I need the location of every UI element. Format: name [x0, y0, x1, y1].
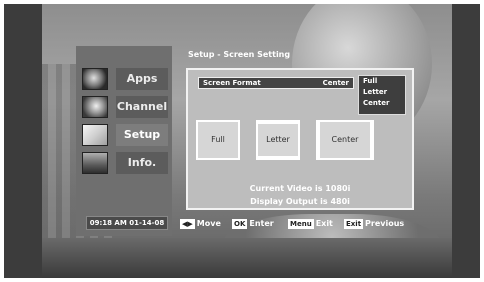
sidebar: Apps Channel Setup Info. 09:18 AM 01-14-… — [76, 46, 172, 236]
footer-exit: Menu Exit — [288, 218, 333, 230]
current-video-text: Current Video is 1080i — [249, 184, 351, 193]
nav-item-channel[interactable]: Channel — [82, 96, 168, 118]
screen-format-label: Screen Format — [203, 79, 261, 87]
screen-format-dropdown[interactable]: Full Letter Center — [358, 75, 406, 115]
footer-previous: Exit Previous — [344, 218, 404, 230]
nav-item-apps[interactable]: Apps — [82, 68, 168, 90]
nav-label-apps: Apps — [116, 68, 168, 90]
channel-icon — [82, 96, 108, 118]
nav-item-setup[interactable]: Setup — [82, 124, 168, 146]
preview-center: Center — [316, 120, 374, 160]
screen-format-row[interactable]: Screen Format Center — [198, 77, 354, 89]
tv-screen: Apps Channel Setup Info. 09:18 AM 01-14-… — [4, 4, 480, 278]
dropdown-option-center[interactable]: Center — [359, 98, 405, 109]
previous-label: Previous — [365, 219, 405, 228]
nav-label-channel: Channel — [116, 96, 168, 118]
move-label: Move — [196, 219, 221, 228]
ok-key-icon: OK — [232, 218, 248, 229]
preview-full: Full — [196, 120, 240, 160]
page-title: Setup - Screen Setting — [188, 50, 291, 59]
nav-label-setup: Setup — [116, 124, 168, 146]
nav-item-info[interactable]: Info. — [82, 152, 168, 174]
dropdown-option-letter[interactable]: Letter — [359, 87, 405, 98]
exit-label: Exit — [315, 219, 333, 228]
menu-key-icon: Menu — [288, 218, 314, 229]
preview-letter: Letter — [256, 120, 300, 160]
setup-menu: Apps Channel Setup Info. 09:18 AM 01-14-… — [76, 46, 422, 236]
footer-hints: ◀▶ Move OK Enter Menu Exit Exit Previous — [180, 216, 422, 232]
screen-setting-panel: Screen Format Center Full Letter Center … — [186, 68, 414, 210]
apps-icon — [82, 68, 108, 90]
arrows-icon: ◀▶ — [180, 218, 195, 229]
dropdown-option-full[interactable]: Full — [359, 76, 405, 87]
background-floor — [42, 238, 452, 278]
nav-label-info: Info. — [116, 152, 168, 174]
clock-display: 09:18 AM 01-14-08 — [86, 216, 168, 230]
display-output-text: Display Output is 480i — [250, 197, 350, 206]
screen-format-value: Center — [322, 79, 349, 87]
footer-move: ◀▶ Move — [180, 218, 221, 230]
setup-icon — [82, 124, 108, 146]
footer-enter: OK Enter — [232, 218, 274, 230]
exit-key-icon: Exit — [344, 218, 364, 229]
enter-label: Enter — [249, 219, 274, 228]
info-icon — [82, 152, 108, 174]
